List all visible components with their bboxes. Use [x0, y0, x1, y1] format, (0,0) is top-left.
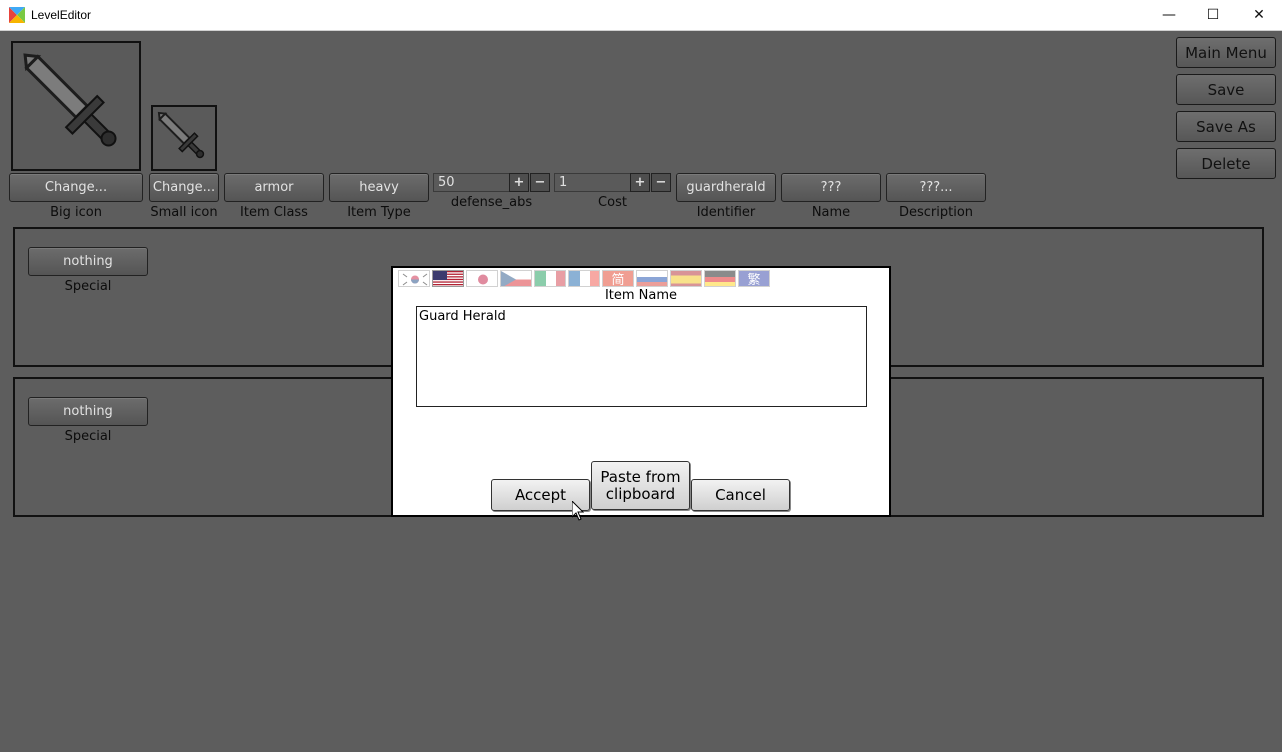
maximize-button[interactable]: ☐ — [1190, 0, 1236, 30]
cost-increment-button[interactable]: + — [630, 173, 650, 192]
cost-input[interactable]: 1 — [554, 173, 631, 192]
special-label-1: Special — [64, 279, 112, 294]
defense-abs-input[interactable]: 50 — [433, 173, 510, 192]
main-menu-button[interactable]: Main Menu — [1176, 37, 1276, 68]
big-icon-label: Big icon — [50, 205, 102, 220]
special-button-1[interactable]: nothing — [28, 247, 148, 276]
item-name-textarea[interactable]: Guard Herald — [416, 306, 867, 407]
identifier-label: Identifier — [696, 205, 756, 220]
flag-german-icon[interactable] — [704, 270, 736, 287]
description-label: Description — [898, 205, 974, 220]
close-icon: ✕ — [1253, 7, 1265, 23]
item-type-button[interactable]: heavy — [329, 173, 429, 202]
minimize-button[interactable]: — — [1146, 0, 1192, 30]
maximize-icon: ☐ — [1206, 7, 1220, 23]
flag-french-icon[interactable] — [568, 270, 600, 287]
cost-label: Cost — [598, 195, 627, 210]
change-big-icon-button[interactable]: Change... — [9, 173, 143, 202]
paste-label-line1: Paste from — [600, 467, 681, 486]
window-title: LevelEditor — [31, 8, 92, 22]
flag-chinese-simplified-icon[interactable]: 简 — [602, 270, 634, 287]
minimize-icon: — — [1162, 7, 1176, 23]
flag-chinese-traditional-icon[interactable]: 繁 — [738, 270, 770, 287]
small-icon-label: Small icon — [150, 205, 218, 220]
item-class-label: Item Class — [240, 205, 308, 220]
change-small-icon-button[interactable]: Change... — [149, 173, 219, 202]
flag-korean-icon[interactable] — [398, 270, 430, 287]
flag-czech-icon[interactable] — [500, 270, 532, 287]
dialog-title: Item Name — [604, 288, 678, 303]
save-as-button[interactable]: Save As — [1176, 111, 1276, 142]
big-icon-preview — [11, 41, 141, 171]
special-label-2: Special — [64, 429, 112, 444]
flag-russian-icon[interactable] — [636, 270, 668, 287]
title-bar: LevelEditor — ☐ ✕ — [0, 0, 1282, 31]
special-button-2[interactable]: nothing — [28, 397, 148, 426]
flag-english-icon[interactable] — [432, 270, 464, 287]
defense-abs-increment-button[interactable]: + — [509, 173, 529, 192]
sword-icon — [157, 111, 205, 159]
identifier-button[interactable]: guardherald — [676, 173, 776, 202]
delete-button[interactable]: Delete — [1176, 148, 1276, 179]
flag-spanish-icon[interactable] — [670, 270, 702, 287]
mouse-cursor-icon — [572, 501, 584, 521]
close-button[interactable]: ✕ — [1236, 0, 1282, 30]
item-class-button[interactable]: armor — [224, 173, 324, 202]
app-logo-icon — [9, 7, 25, 23]
flag-italian-icon[interactable] — [534, 270, 566, 287]
name-button[interactable]: ??? — [781, 173, 881, 202]
defense-abs-label: defense_abs — [450, 195, 533, 210]
name-label: Name — [811, 205, 851, 220]
paste-label-line2: clipboard — [605, 484, 676, 503]
flag-japanese-icon[interactable] — [466, 270, 498, 287]
paste-from-clipboard-button[interactable]: Paste from clipboard — [591, 461, 690, 510]
cost-decrement-button[interactable]: − — [651, 173, 671, 192]
description-button[interactable]: ???... — [886, 173, 986, 202]
cancel-button[interactable]: Cancel — [691, 479, 790, 511]
small-icon-preview — [151, 105, 217, 171]
save-button[interactable]: Save — [1176, 74, 1276, 105]
sword-icon — [23, 53, 117, 147]
item-type-label: Item Type — [347, 205, 411, 220]
defense-abs-decrement-button[interactable]: − — [530, 173, 550, 192]
